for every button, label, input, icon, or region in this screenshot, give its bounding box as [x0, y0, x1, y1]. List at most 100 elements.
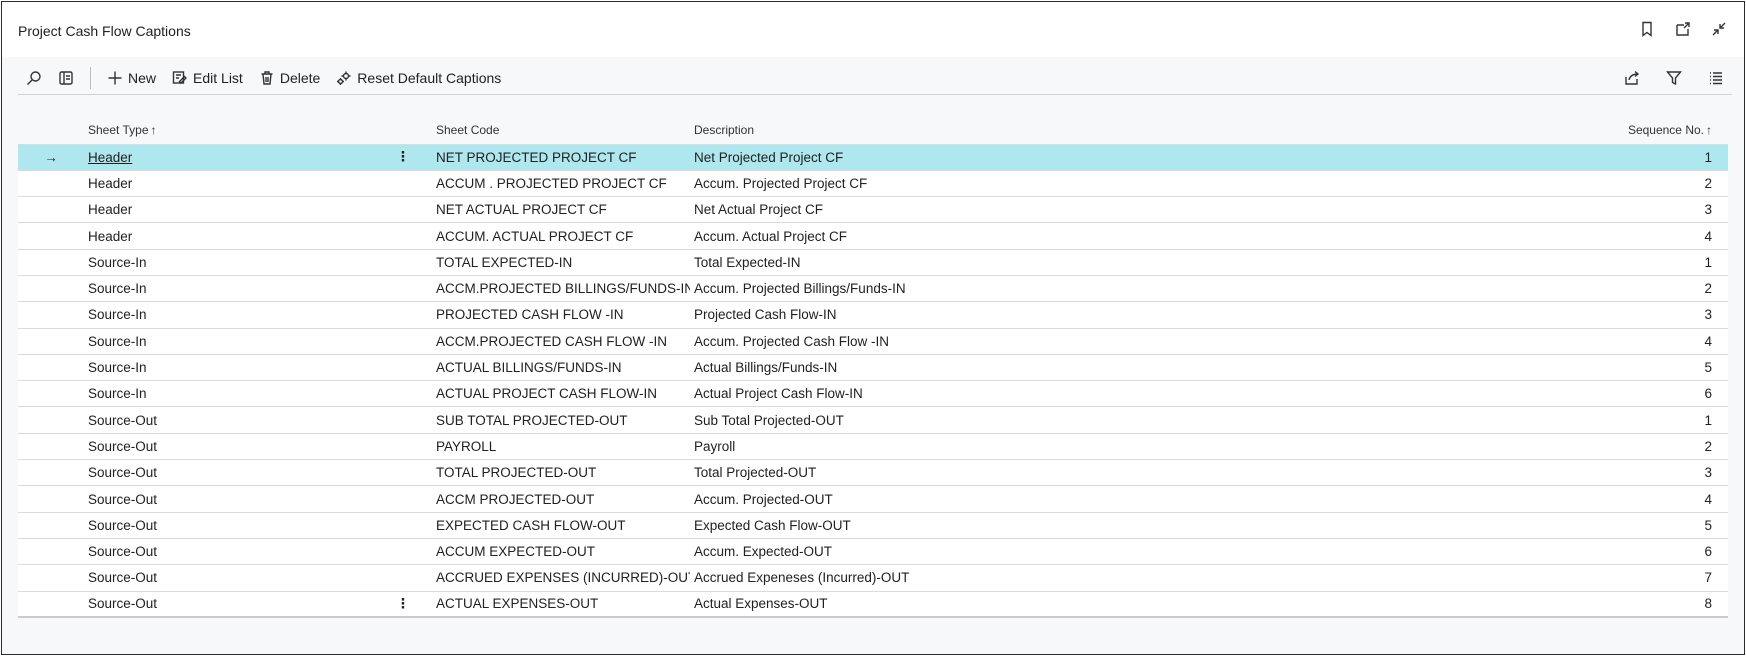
row-actions-menu-icon[interactable]	[374, 222, 432, 250]
sheet-type-value: Source-In	[88, 254, 147, 270]
sheet-code-column-header[interactable]: Sheet Code	[432, 116, 690, 144]
captions-table: Sheet Type ↑ Sheet Code Description Seque…	[18, 116, 1728, 619]
table-row[interactable]: Source-Out ACCUM EXPECTED-OUT Accum. Expec…	[18, 537, 1728, 565]
sheet-type-cell[interactable]: Header	[84, 143, 374, 171]
sheet-type-cell: Source-Out	[84, 406, 374, 434]
sheet-code-cell: ACTUAL EXPENSES-OUT	[432, 590, 690, 619]
table-row[interactable]: Source-Out PAYROLL Payroll 2	[18, 432, 1728, 460]
row-selection-arrow	[18, 301, 84, 329]
description-cell: Sub Total Projected-OUT	[690, 406, 1410, 434]
delete-button[interactable]: Delete	[251, 64, 328, 92]
table-row[interactable]: → Header ⋮ NET PROJECTED PROJECT CF Net Proj…	[18, 143, 1728, 171]
row-actions-menu-icon[interactable]	[374, 327, 432, 355]
row-actions-menu-icon[interactable]	[374, 274, 432, 302]
description-cell: Payroll	[690, 432, 1410, 460]
table-row[interactable]: Source-In PROJECTED CASH FLOW -IN Projecte…	[18, 301, 1728, 329]
row-actions-menu-icon[interactable]	[374, 406, 432, 434]
sheet-type-cell: Source-In	[84, 301, 374, 329]
table-row[interactable]: Source-Out ⋮ ACTUAL EXPENSES-OUT Actual Exp…	[18, 590, 1728, 619]
row-actions-menu-icon[interactable]	[374, 564, 432, 592]
sequence-no-column-header[interactable]: Sequence No. ↑	[1410, 116, 1728, 144]
table-row[interactable]: Source-In ACTUAL BILLINGS/FUNDS-IN Actual …	[18, 353, 1728, 381]
show-details-button[interactable]	[50, 64, 82, 92]
description-cell: Accum. Projected Cash Flow -IN	[690, 327, 1410, 355]
description-cell: Expected Cash Flow-OUT	[690, 511, 1410, 539]
row-actions-menu-icon[interactable]	[374, 248, 432, 276]
row-selection-arrow	[18, 564, 84, 592]
sheet-code-cell: PROJECTED CASH FLOW -IN	[432, 301, 690, 329]
sheet-type-value: Source-In	[88, 307, 147, 323]
table-row[interactable]: Source-Out ACCRUED EXPENSES (INCURRED)-OU…	[18, 564, 1728, 592]
row-actions-menu-icon[interactable]	[374, 353, 432, 381]
sheet-type-value[interactable]: Header	[88, 150, 132, 165]
collapse-icon[interactable]	[1708, 18, 1730, 40]
list-view-icon	[1710, 71, 1722, 84]
table-row[interactable]: Source-In ACCM.PROJECTED BILLINGS/FUNDS-I…	[18, 274, 1728, 302]
row-actions-menu-icon[interactable]	[374, 459, 432, 486]
description-cell: Accrued Expeneses (Incurred)-OUT	[690, 564, 1410, 592]
edit-list-label: Edit List	[193, 69, 243, 86]
plus-icon	[108, 71, 122, 84]
delete-label: Delete	[279, 69, 321, 86]
sheet-type-value: Source-Out	[88, 438, 158, 454]
open-new-window-icon[interactable]	[1672, 18, 1694, 40]
title-actions	[1636, 18, 1730, 40]
table-row[interactable]: Source-In ACCM.PROJECTED CASH FLOW -IN Acc…	[18, 327, 1728, 355]
row-actions-menu-icon[interactable]	[374, 196, 432, 223]
table-row[interactable]: Header NET ACTUAL PROJECT CF Net Actual Pr…	[18, 196, 1728, 223]
row-selection-arrow	[18, 222, 84, 250]
row-selection-arrow	[18, 590, 84, 619]
table-row[interactable]: Source-In ACTUAL PROJECT CASH FLOW-IN Actu…	[18, 380, 1728, 407]
row-actions-menu-icon[interactable]: ⋮	[374, 143, 432, 171]
table-row[interactable]: Header ACCUM . PROJECTED PROJECT CF Accum.…	[18, 169, 1728, 197]
sheet-code-cell: NET PROJECTED PROJECT CF	[432, 143, 690, 171]
row-actions-menu-icon[interactable]	[374, 485, 432, 513]
toolbar-divider	[90, 66, 91, 89]
sheet-code-cell: TOTAL PROJECTED-OUT	[432, 459, 690, 486]
page-frame: Project Cash Flow Captions New Edit List…	[1, 1, 1745, 655]
sheet-type-cell: Header	[84, 222, 374, 250]
share-button[interactable]	[1616, 64, 1648, 92]
new-button[interactable]: New	[99, 64, 164, 92]
sheet-type-cell: Source-Out	[84, 432, 374, 460]
table-row[interactable]: Source-Out EXPECTED CASH FLOW-OUT Expected…	[18, 511, 1728, 539]
search-icon	[27, 70, 41, 85]
reset-default-captions-button[interactable]: Reset Default Captions	[328, 64, 509, 92]
sheet-type-cell: Source-In	[84, 327, 374, 355]
search-button[interactable]	[18, 64, 50, 92]
table-row[interactable]: Source-Out SUB TOTAL PROJECTED-OUT Sub Tot…	[18, 406, 1728, 434]
row-selection-arrow	[18, 537, 84, 565]
table-row[interactable]: Header ACCUM. ACTUAL PROJECT CF Accum. Act…	[18, 222, 1728, 250]
row-actions-menu-icon[interactable]	[374, 169, 432, 197]
sheet-type-cell: Source-Out	[84, 459, 374, 486]
filter-button[interactable]	[1658, 64, 1690, 92]
sheet-type-cell: Source-Out	[84, 511, 374, 539]
sheet-type-cell: Source-In	[84, 248, 374, 276]
sheet-type-cell: Source-Out	[84, 590, 374, 619]
table-row[interactable]: Source-Out ACCM PROJECTED-OUT Accum. Proje…	[18, 485, 1728, 513]
edit-list-icon	[172, 70, 188, 84]
row-actions-menu-icon[interactable]	[374, 432, 432, 460]
edit-list-button[interactable]: Edit List	[164, 64, 251, 92]
row-actions-menu-icon[interactable]	[374, 301, 432, 329]
sheet-code-cell: SUB TOTAL PROJECTED-OUT	[432, 406, 690, 434]
list-view-button[interactable]	[1700, 64, 1732, 92]
row-actions-menu-icon[interactable]	[374, 380, 432, 407]
table-row[interactable]: Source-Out TOTAL PROJECTED-OUT Total Proje…	[18, 459, 1728, 486]
row-actions-menu-icon[interactable]	[374, 537, 432, 565]
action-bar: New Edit List Delete Reset Default Capti…	[18, 61, 1732, 95]
sheet-type-value: Source-Out	[88, 517, 158, 533]
sheet-type-value: Header	[88, 202, 133, 218]
table-row[interactable]: Source-In TOTAL EXPECTED-IN Total Expected…	[18, 248, 1728, 276]
row-actions-menu-icon[interactable]	[374, 511, 432, 539]
row-actions-menu-icon[interactable]: ⋮	[374, 590, 432, 619]
description-column-header[interactable]: Description	[690, 116, 1410, 144]
sequence-no-cell: 3	[1410, 459, 1728, 486]
sheet-type-value: Source-Out	[88, 465, 158, 481]
row-selection-arrow	[18, 196, 84, 223]
sheet-type-column-header[interactable]: Sheet Type ↑	[84, 116, 374, 144]
sequence-no-cell: 3	[1410, 301, 1728, 329]
sheet-code-cell: ACCM PROJECTED-OUT	[432, 485, 690, 513]
bookmark-icon[interactable]	[1636, 18, 1658, 40]
sheet-type-value: Source-Out	[88, 570, 158, 586]
